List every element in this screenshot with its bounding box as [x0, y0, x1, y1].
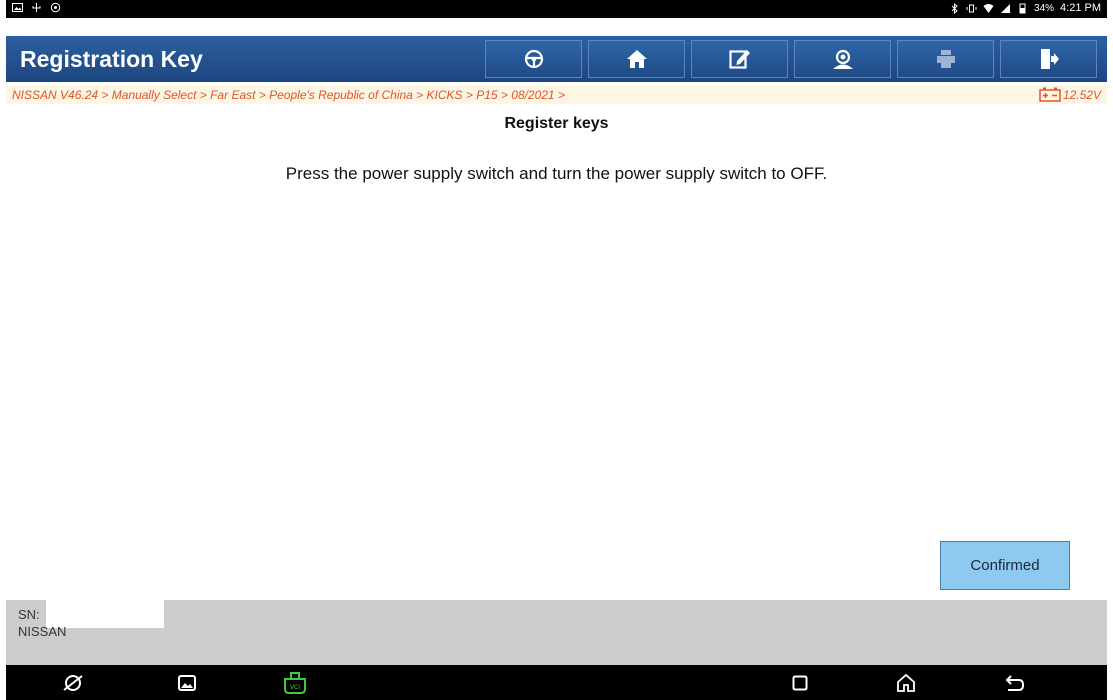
- support-icon: [832, 49, 853, 69]
- breadcrumb: NISSAN V46.24 > Manually Select > Far Ea…: [12, 88, 565, 102]
- car-battery-icon: [1039, 87, 1061, 102]
- home-nav-button[interactable]: [893, 671, 919, 695]
- battery-icon: [1019, 3, 1026, 13]
- exit-icon: [1040, 49, 1059, 69]
- breadcrumb-bar: NISSAN V46.24 > Manually Select > Far Ea…: [6, 86, 1107, 104]
- home-button[interactable]: [588, 40, 685, 78]
- battery-voltage: 12.52V: [1039, 87, 1101, 102]
- print-icon: [936, 50, 955, 68]
- confirmed-button[interactable]: Confirmed: [940, 541, 1070, 590]
- frame-right: [1107, 0, 1113, 700]
- back-arrow-icon: [1005, 675, 1025, 691]
- bluetooth-icon: [951, 2, 958, 14]
- gallery-button[interactable]: [174, 671, 200, 695]
- gallery-icon: [178, 675, 196, 691]
- header-spacer: [6, 18, 1107, 36]
- support-button[interactable]: [794, 40, 891, 78]
- app-header: Registration Key: [6, 36, 1107, 82]
- exit-button[interactable]: [1000, 40, 1097, 78]
- browser-button[interactable]: [60, 671, 86, 695]
- instruction-message: Press the power supply switch and turn t…: [285, 164, 828, 183]
- footer-info-panel: SN: NISSAN: [6, 600, 1107, 665]
- print-button[interactable]: [897, 40, 994, 78]
- steering-wheel-button[interactable]: [485, 40, 582, 78]
- wifi-icon: [983, 3, 994, 13]
- signal-icon: [1001, 3, 1011, 13]
- home-icon: [626, 50, 647, 68]
- vibrate-icon: [966, 4, 977, 12]
- square-recents-icon: [792, 675, 808, 691]
- frame-left: [0, 0, 6, 700]
- browser-orbit-icon: [63, 675, 83, 691]
- vci-button[interactable]: VCI: [282, 671, 308, 695]
- steering-wheel-icon: [524, 49, 543, 69]
- svg-text:VCI: VCI: [290, 684, 300, 691]
- home-outline-icon: [897, 673, 915, 692]
- vci-connector-icon: VCI: [284, 672, 306, 694]
- status-bar: 34% 4:21 PM: [6, 0, 1107, 18]
- clock: 4:21 PM: [1060, 2, 1101, 14]
- edit-button[interactable]: [691, 40, 788, 78]
- usb-notification-icon: [32, 3, 41, 12]
- recents-button[interactable]: [787, 671, 813, 695]
- page-title: Register keys: [504, 115, 609, 132]
- serial-number-label: SN:: [18, 607, 40, 622]
- settings-notification-icon: [50, 2, 61, 13]
- system-nav-bar: VCI: [6, 665, 1107, 700]
- edit-icon: [728, 50, 750, 69]
- back-button[interactable]: [1002, 671, 1028, 695]
- image-notification-icon: [12, 3, 23, 12]
- vehicle-make: NISSAN: [18, 624, 67, 639]
- battery-percent: 34%: [1034, 2, 1055, 14]
- page-header-title: Registration Key: [20, 46, 203, 72]
- voltage-value: 12.52V: [1062, 87, 1101, 102]
